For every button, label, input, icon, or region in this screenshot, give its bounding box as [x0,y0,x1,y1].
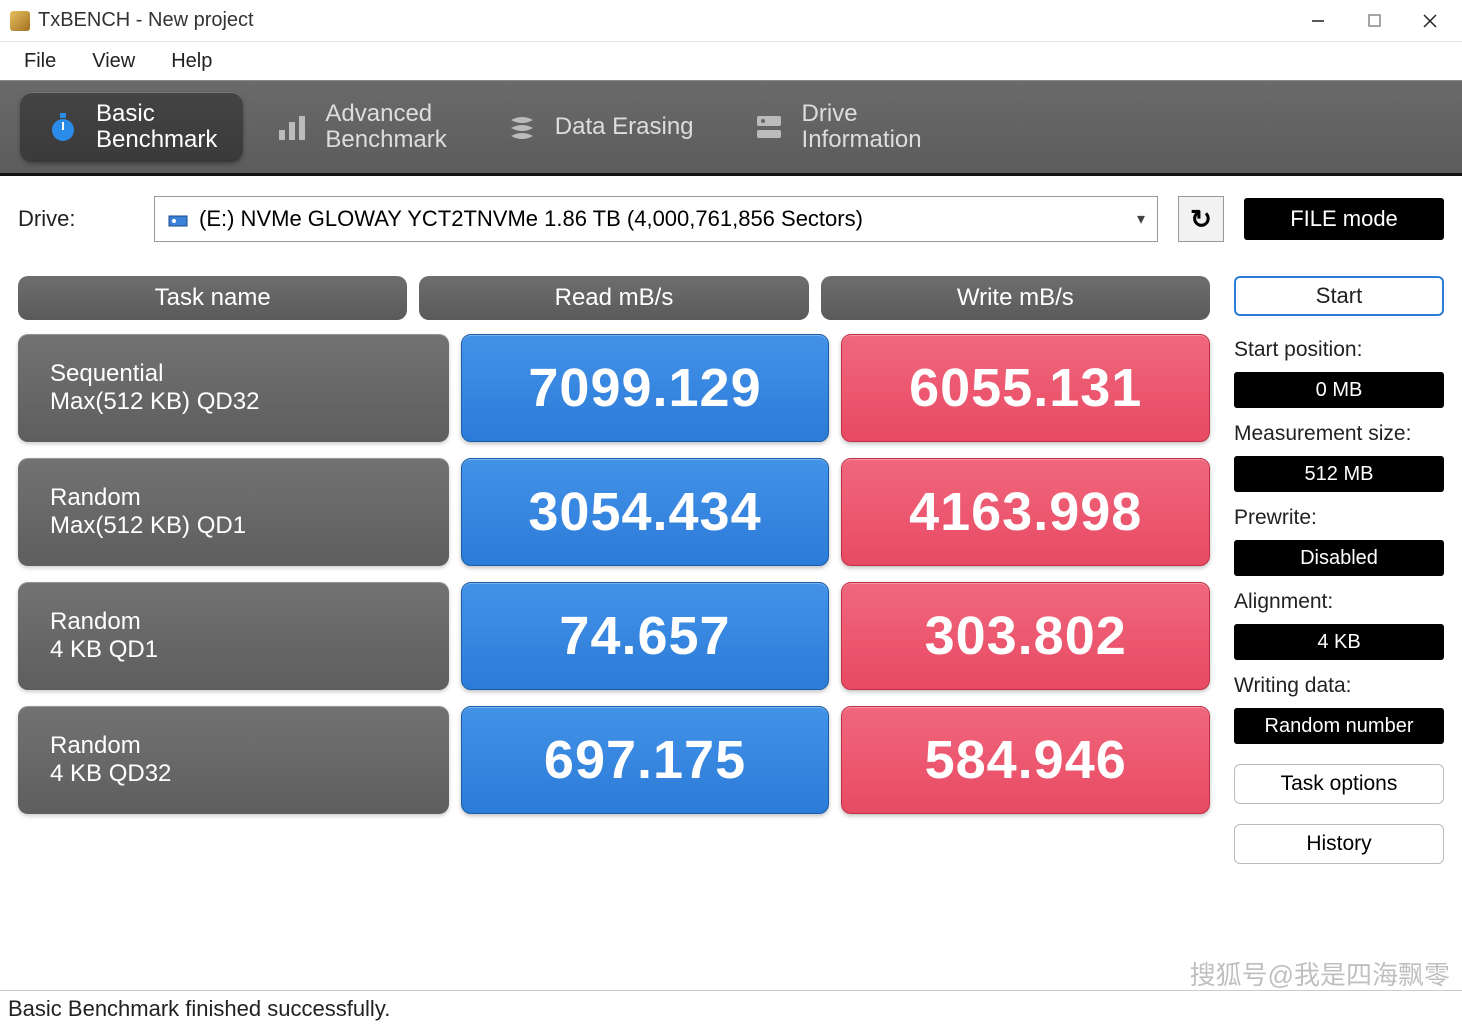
start-position-button[interactable]: 0 MB [1234,372,1444,408]
menu-bar: File View Help [0,42,1462,80]
write-value: 303.802 [841,582,1210,690]
prewrite-label: Prewrite: [1234,506,1444,530]
close-button[interactable] [1402,0,1458,42]
task-name-cell[interactable]: Random Max(512 KB) QD1 [18,458,449,566]
disk-icon [167,210,189,228]
task-line2: 4 KB QD32 [50,760,417,788]
task-name-cell[interactable]: Random 4 KB QD32 [18,706,449,814]
task-line1: Random [50,608,417,636]
stopwatch-icon [46,110,80,144]
task-line2: Max(512 KB) QD32 [50,388,417,416]
result-row: Random 4 KB QD1 74.657 303.802 [18,582,1210,690]
app-icon [10,11,30,31]
chevron-down-icon: ▾ [1137,209,1145,229]
window-title: TxBENCH - New project [38,9,1290,32]
start-position-label: Start position: [1234,338,1444,362]
drive-selected-text: (E:) NVMe GLOWAY YCT2TNVMe 1.86 TB (4,00… [199,206,863,232]
measurement-size-label: Measurement size: [1234,422,1444,446]
read-value: 7099.129 [461,334,830,442]
write-value: 6055.131 [841,334,1210,442]
tab-label: Drive Information [802,101,922,154]
tab-label: Basic Benchmark [96,101,217,154]
prewrite-button[interactable]: Disabled [1234,540,1444,576]
title-bar: TxBENCH - New project [0,0,1462,42]
refresh-icon: ↻ [1190,204,1212,235]
status-bar: Basic Benchmark finished successfully. [0,990,1462,1026]
alignment-label: Alignment: [1234,590,1444,614]
write-value: 4163.998 [841,458,1210,566]
minimize-icon [1311,14,1325,28]
bar-chart-icon [275,110,309,144]
task-line2: Max(512 KB) QD1 [50,512,417,540]
read-value: 74.657 [461,582,830,690]
writing-data-label: Writing data: [1234,674,1444,698]
drive-select[interactable]: (E:) NVMe GLOWAY YCT2TNVMe 1.86 TB (4,00… [154,196,1158,242]
tab-data-erasing[interactable]: Data Erasing [479,92,720,162]
start-button[interactable]: Start [1234,276,1444,316]
task-line1: Sequential [50,360,417,388]
menu-help[interactable]: Help [155,44,228,79]
erase-icon [505,110,539,144]
measurement-size-button[interactable]: 512 MB [1234,456,1444,492]
drive-label: Drive: [18,206,134,232]
result-row: Sequential Max(512 KB) QD32 7099.129 605… [18,334,1210,442]
window-controls [1290,0,1458,42]
read-value: 3054.434 [461,458,830,566]
tab-label: Data Erasing [555,114,694,140]
tab-label: Advanced Benchmark [325,101,446,154]
drive-row: Drive: (E:) NVMe GLOWAY YCT2TNVMe 1.86 T… [18,196,1444,242]
file-mode-button[interactable]: FILE mode [1244,198,1444,240]
header-task: Task name [18,276,407,320]
close-icon [1423,14,1437,28]
task-line1: Random [50,732,417,760]
task-line2: 4 KB QD1 [50,636,417,664]
main-panel: Drive: (E:) NVMe GLOWAY YCT2TNVMe 1.86 T… [0,176,1462,990]
body-row: Task name Read mB/s Write mB/s Sequentia… [18,276,1444,990]
maximize-button[interactable] [1346,0,1402,42]
task-line1: Random [50,484,417,512]
menu-file[interactable]: File [8,44,72,79]
side-panel: Start Start position: 0 MB Measurement s… [1234,276,1444,990]
task-name-cell[interactable]: Sequential Max(512 KB) QD32 [18,334,449,442]
drive-icon [752,110,786,144]
status-text: Basic Benchmark finished successfully. [8,996,390,1022]
task-name-cell[interactable]: Random 4 KB QD1 [18,582,449,690]
tab-basic-benchmark[interactable]: Basic Benchmark [20,92,243,162]
header-read: Read mB/s [419,276,808,320]
minimize-button[interactable] [1290,0,1346,42]
tab-advanced-benchmark[interactable]: Advanced Benchmark [249,92,472,162]
maximize-icon [1368,14,1381,27]
task-options-button[interactable]: Task options [1234,764,1444,804]
tab-strip: Basic Benchmark Advanced Benchmark Data … [0,80,1462,176]
result-row: Random Max(512 KB) QD1 3054.434 4163.998 [18,458,1210,566]
write-value: 584.946 [841,706,1210,814]
read-value: 697.175 [461,706,830,814]
menu-view[interactable]: View [76,44,151,79]
tab-drive-information[interactable]: Drive Information [726,92,948,162]
header-row: Task name Read mB/s Write mB/s [18,276,1210,320]
results-panel: Task name Read mB/s Write mB/s Sequentia… [18,276,1210,990]
history-button[interactable]: History [1234,824,1444,864]
refresh-button[interactable]: ↻ [1178,196,1224,242]
result-row: Random 4 KB QD32 697.175 584.946 [18,706,1210,814]
writing-data-button[interactable]: Random number [1234,708,1444,744]
alignment-button[interactable]: 4 KB [1234,624,1444,660]
header-write: Write mB/s [821,276,1210,320]
